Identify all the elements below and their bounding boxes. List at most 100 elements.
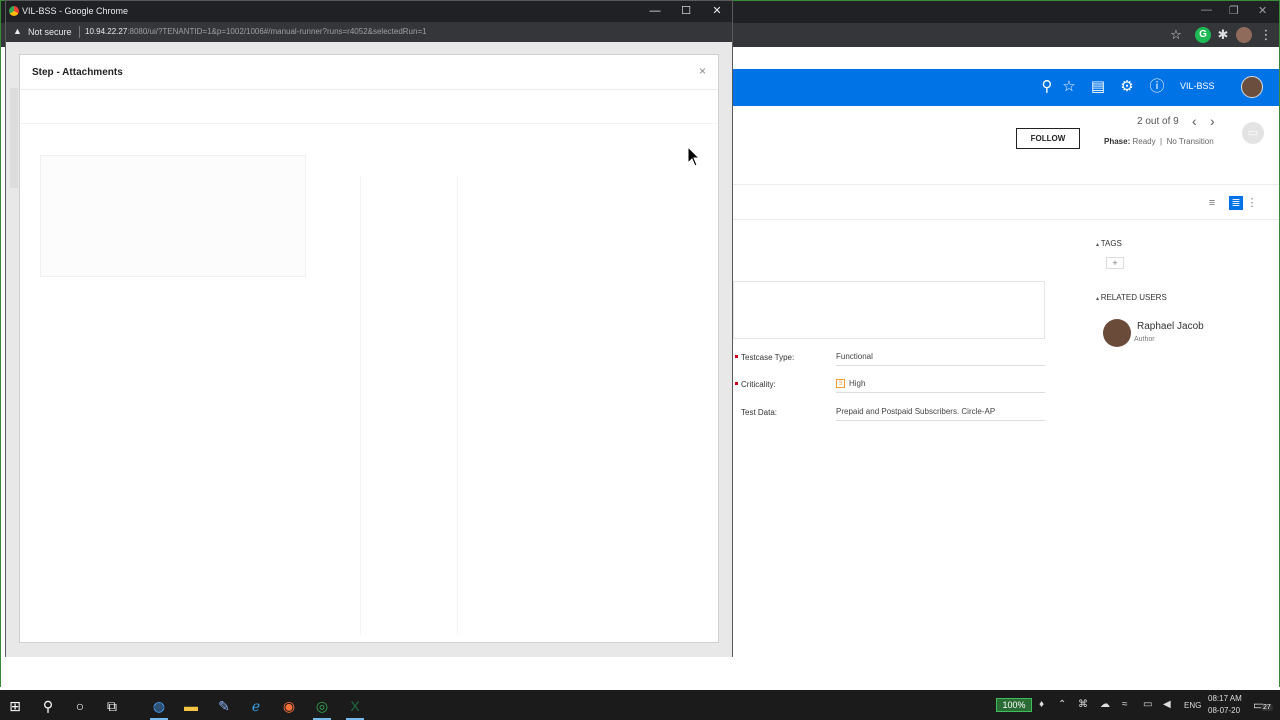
- minimize-icon[interactable]: —: [1201, 4, 1212, 16]
- language-indicator[interactable]: ENG: [1184, 701, 1201, 710]
- field-testcase-type: Testcase Type: Functional: [733, 350, 1045, 368]
- related-users-title[interactable]: RELATED USERS: [1096, 293, 1167, 302]
- required-marker: [735, 382, 738, 385]
- field-value[interactable]: 3 High: [836, 379, 1045, 393]
- app-header: ⚲ ☆ ▤ ⚙ ⓘ VIL-BSS: [733, 69, 1279, 106]
- field-value[interactable]: Prepaid and Postpaid Subscribers. Circle…: [836, 407, 1045, 421]
- criticality-value: High: [849, 379, 866, 388]
- maximize-icon[interactable]: ☐: [675, 3, 697, 19]
- tenant-label[interactable]: VIL-BSS: [1180, 81, 1215, 91]
- cortana-icon[interactable]: ○: [69, 695, 91, 717]
- clipboard-icon[interactable]: ▤: [1088, 77, 1108, 97]
- edge-icon[interactable]: ℯ: [245, 695, 267, 717]
- user-avatar[interactable]: [1241, 76, 1263, 98]
- search-icon[interactable]: ⚲: [1037, 77, 1057, 97]
- globe-app-icon[interactable]: ◍: [148, 695, 170, 720]
- profile-avatar-icon[interactable]: [1236, 27, 1252, 43]
- notification-count: 27: [1261, 704, 1273, 711]
- extensions-puzzle-icon[interactable]: ✱: [1215, 27, 1231, 43]
- network-share-icon[interactable]: ⌘: [1078, 699, 1088, 710]
- field-value[interactable]: Functional: [836, 352, 1045, 366]
- wifi-icon[interactable]: ≈: [1122, 699, 1128, 710]
- desktop: — ❐ ✕ ☆ G ✱ ⋮ ⚲ ☆ ▤ ⚙ ⓘ VIL-BSS FOLLOW 2…: [0, 0, 1280, 720]
- zoom-indicator[interactable]: 100%: [996, 698, 1032, 712]
- divider: [733, 184, 1279, 185]
- avatar: [1103, 319, 1131, 347]
- divider: [457, 175, 458, 635]
- divider: [733, 219, 1279, 220]
- maximize-icon[interactable]: ❐: [1229, 4, 1239, 17]
- excel-icon[interactable]: X: [344, 695, 366, 720]
- clock-date[interactable]: 08-07-20: [1208, 706, 1240, 715]
- file-explorer-icon[interactable]: ▬: [180, 695, 202, 717]
- windows-taskbar: ⊞ ⚲ ○ ⧉ ◍ ▬ ✎ ℯ ◉ ◎ X 100% ♦ ⌃ ⌘ ☁ ≈ ▭ ◀…: [0, 690, 1280, 720]
- divider: [79, 26, 80, 38]
- chrome-icon[interactable]: ◎: [311, 695, 333, 720]
- info-view-icon[interactable]: ⋮: [1245, 196, 1259, 210]
- comments-icon[interactable]: ▭: [1242, 122, 1264, 144]
- dimmed-background: [10, 88, 18, 188]
- url-host: 10.94.22.27: [85, 27, 128, 36]
- divider: [360, 175, 361, 635]
- warning-icon[interactable]: ▲: [13, 26, 22, 36]
- mouse-cursor-icon: [688, 147, 700, 167]
- field-test-data: Test Data: Prepaid and Postpaid Subscrib…: [733, 405, 1045, 423]
- field-label: Testcase Type:: [741, 353, 795, 362]
- details-view-icon[interactable]: ≣: [1229, 196, 1243, 210]
- url-path: :8080/ui/?TENANTID=1&p=1002/1006#/manual…: [127, 27, 427, 36]
- previous-arrow-icon[interactable]: ‹: [1192, 113, 1197, 129]
- field-label: Test Data:: [741, 408, 778, 417]
- criticality-badge-icon: 3: [836, 379, 845, 389]
- modal-toolbar: [20, 90, 718, 124]
- search-icon[interactable]: ⚲: [37, 695, 59, 717]
- modal-header: Step - Attachments ×: [20, 55, 718, 90]
- clock-time[interactable]: 08:17 AM: [1208, 694, 1242, 703]
- minimize-icon[interactable]: —: [644, 3, 666, 19]
- firefox-icon[interactable]: ◉: [278, 695, 300, 717]
- field-criticality: Criticality: 3 High: [733, 377, 1045, 395]
- star-icon[interactable]: ☆: [1059, 77, 1079, 97]
- popup-browser-window: VIL-BSS - Google Chrome — ☐ ✕ ▲ Not secu…: [5, 0, 733, 657]
- onedrive-icon[interactable]: ☁: [1100, 699, 1110, 710]
- popup-page-content: Step - Attachments ×: [6, 42, 732, 657]
- popup-titlebar: VIL-BSS - Google Chrome — ☐ ✕: [6, 1, 732, 22]
- follow-button[interactable]: FOLLOW: [1016, 128, 1080, 149]
- field-label: Criticality:: [741, 380, 776, 389]
- phase-value[interactable]: Ready: [1132, 137, 1155, 146]
- related-user-role: Author: [1134, 336, 1155, 343]
- phase-label: Phase:: [1104, 137, 1131, 146]
- required-marker: [735, 355, 738, 358]
- chrome-menu-icon[interactable]: ⋮: [1258, 27, 1274, 43]
- attachments-modal: Step - Attachments ×: [19, 54, 719, 643]
- attachment-drop-area[interactable]: [40, 155, 306, 277]
- window-title: VIL-BSS - Google Chrome: [22, 6, 129, 16]
- battery-icon[interactable]: ▭: [1143, 699, 1152, 710]
- tags-title[interactable]: TAGS: [1096, 239, 1122, 248]
- microphone-icon[interactable]: ♦: [1039, 699, 1044, 710]
- url-text[interactable]: 10.94.22.27:8080/ui/?TENANTID=1&p=1002/1…: [85, 27, 427, 36]
- gear-icon[interactable]: ⚙: [1117, 77, 1137, 97]
- close-window-icon[interactable]: ✕: [706, 3, 728, 19]
- chevron-up-icon[interactable]: ⌃: [1058, 699, 1066, 710]
- add-tag-button[interactable]: +: [1106, 257, 1124, 269]
- help-icon[interactable]: ⓘ: [1147, 77, 1167, 97]
- notes-app-icon[interactable]: ✎: [213, 695, 235, 717]
- address-bar[interactable]: ▲ Not secure 10.94.22.27:8080/ui/?TENANT…: [6, 22, 732, 42]
- phase-info: Phase: Ready | No Transition: [1104, 137, 1214, 146]
- task-view-icon[interactable]: ⧉: [101, 695, 123, 717]
- next-arrow-icon[interactable]: ›: [1210, 113, 1215, 129]
- not-secure-label[interactable]: Not secure: [28, 27, 72, 37]
- filter-settings-icon[interactable]: ≡: [1205, 196, 1219, 210]
- chrome-logo-icon: [9, 6, 19, 16]
- start-icon[interactable]: ⊞: [4, 695, 26, 717]
- close-window-icon[interactable]: ✕: [1258, 4, 1267, 17]
- description-box[interactable]: [733, 281, 1045, 339]
- pager-count: 2 out of 9: [1137, 116, 1179, 127]
- transition-value[interactable]: No Transition: [1167, 137, 1214, 146]
- close-icon[interactable]: ×: [699, 64, 706, 78]
- modal-title: Step - Attachments: [32, 67, 123, 78]
- grammarly-extension-icon[interactable]: G: [1195, 27, 1211, 43]
- volume-icon[interactable]: ◀: [1163, 699, 1171, 710]
- bookmark-star-icon[interactable]: ☆: [1168, 27, 1184, 43]
- related-user-name[interactable]: Raphael Jacob: [1137, 321, 1204, 332]
